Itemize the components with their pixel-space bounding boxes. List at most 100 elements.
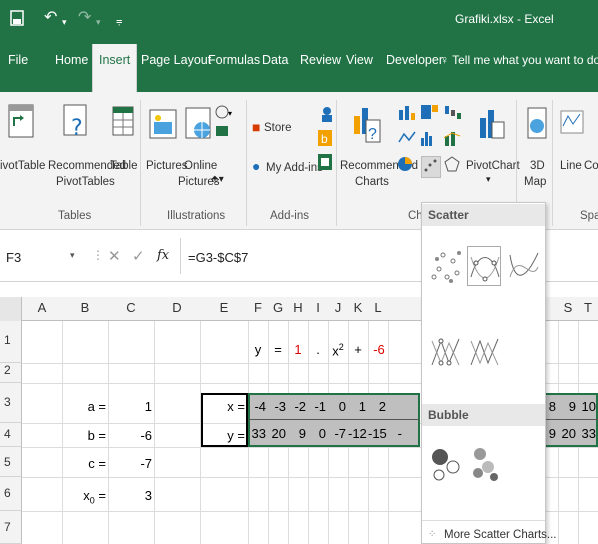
undo-icon[interactable]: ↶ [44,10,57,26]
cell-f3[interactable]: -4 [248,399,266,414]
recommended-pivot-icon[interactable]: ? [62,104,92,143]
tab-home[interactable]: Home [55,53,88,67]
cell-c5[interactable]: -7 [110,456,152,471]
cell-k1[interactable]: + [350,342,366,357]
tab-developer[interactable]: Developer [386,53,443,67]
table-icon[interactable] [112,106,134,139]
tab-insert[interactable]: Insert [92,44,138,92]
cell-b4[interactable]: b = [64,428,106,443]
smartart-small-icon[interactable]: ⬘▾ [211,174,224,185]
column-header-i[interactable]: I [308,300,328,315]
undo-dropdown-icon[interactable]: ▾ [62,14,67,30]
row-header-5[interactable]: 5 [0,447,22,477]
table-label[interactable]: Table [110,158,138,174]
shapes-icon[interactable]: ▾ [214,104,238,147]
tab-page-layout[interactable]: Page Layout [141,53,211,67]
column-header-d[interactable]: D [154,300,200,315]
formula-input[interactable]: =G3-$C$7 [188,250,248,265]
column-header-j[interactable]: J [328,300,348,315]
pivot-table-icon[interactable] [8,104,34,141]
pivot-chart-label[interactable]: PivotChart [466,158,520,174]
cell-s4[interactable]: 20 [560,426,576,441]
cell-c6[interactable]: 3 [110,488,152,503]
select-all-button[interactable] [0,297,22,321]
cell-l3[interactable]: 2 [368,399,386,414]
row-header-6[interactable]: 6 [0,477,22,511]
name-box-dropdown-icon[interactable]: ▾ [70,250,75,261]
pie-chart-icon[interactable] [398,156,420,175]
3d-map-icon[interactable] [526,106,548,145]
scatter-markers-option[interactable] [428,246,462,286]
cell-f4[interactable]: 33 [248,426,266,441]
statistic-chart-icon[interactable] [420,130,442,149]
sparkline-line-icon[interactable] [560,110,584,137]
recommended-charts-label-2[interactable]: Charts [355,174,389,190]
tab-view[interactable]: View [346,53,373,67]
3d-map-label-2[interactable]: Map [524,174,546,190]
cell-b6[interactable]: x0 = [64,488,106,506]
enter-icon[interactable]: ✓ [132,247,145,265]
cell-i1[interactable]: . [310,342,326,357]
save-icon[interactable] [10,10,24,30]
row-header-7[interactable]: 7 [0,511,22,544]
column-header-k[interactable]: K [348,300,368,315]
cell-f1[interactable]: y [250,342,266,357]
my-addins-icon[interactable]: ● [252,158,260,174]
recommended-charts-icon[interactable]: ? [352,102,382,149]
cell-s3[interactable]: 9 [560,399,576,414]
cell-i4[interactable]: 0 [308,426,326,441]
cell-c4[interactable]: -6 [110,428,152,443]
cell-g3[interactable]: -3 [268,399,286,414]
row-header-2[interactable]: 2 [0,363,22,383]
cancel-icon[interactable]: ✕ [108,247,121,265]
row-header-4[interactable]: 4 [0,423,22,447]
pivot-chart-dropdown-icon[interactable]: ▾ [486,174,491,185]
column-header-b[interactable]: B [62,300,108,315]
column-header-l[interactable]: L [368,300,388,315]
pivot-table-label[interactable]: ivotTable [0,158,45,174]
power-view-icon[interactable] [318,154,332,173]
scatter-straight-lines-markers-option[interactable] [428,332,462,372]
sparkline-column-label[interactable]: Col [584,158,598,174]
cell-t3[interactable]: 10 [580,399,596,414]
row-header-1[interactable]: 1 [0,321,22,363]
cell-j3[interactable]: 0 [328,399,346,414]
column-header-s[interactable]: S [558,300,578,315]
cell-r4[interactable]: 9 [545,426,556,441]
row-header-3[interactable]: 3 [0,383,22,423]
name-box[interactable]: F3 [6,250,21,265]
online-pictures-icon[interactable] [184,104,214,147]
cell-b3[interactable]: a = [64,399,106,414]
customize-toolbar-icon[interactable]: ⩦ [116,13,122,29]
store-label[interactable]: Store [264,120,292,136]
scatter-chart-button[interactable] [421,156,441,178]
waterfall-chart-icon[interactable] [444,104,466,123]
people-graph-icon[interactable] [320,106,334,125]
hierarchy-chart-icon[interactable] [420,104,442,123]
radar-chart-icon[interactable] [444,156,466,175]
column-header-f[interactable]: F [248,300,268,315]
column-header-a[interactable]: A [22,300,62,315]
scatter-smooth-lines-option[interactable] [506,246,540,286]
cell-h3[interactable]: -2 [288,399,306,414]
store-icon[interactable]: ■ [252,119,260,135]
cell-l1[interactable]: -6 [370,342,388,357]
column-header-g[interactable]: G [268,300,288,315]
cell-l4[interactable]: -15 [368,426,387,441]
cell-h1[interactable]: 1 [290,342,306,357]
pictures-icon[interactable] [148,108,178,145]
3d-map-label-1[interactable]: 3D [530,158,545,174]
column-header-h[interactable]: H [288,300,308,315]
more-scatter-charts-link[interactable]: More Scatter Charts... [444,529,556,541]
tab-review[interactable]: Review [300,53,341,67]
redo-dropdown-icon[interactable]: ▾ [96,14,101,30]
column-header-c[interactable]: C [108,300,154,315]
cell-i3[interactable]: -1 [308,399,326,414]
cell-m4-partial[interactable]: - [392,426,402,441]
scatter-straight-lines-option[interactable] [467,332,501,372]
cell-r3[interactable]: 8 [545,399,556,414]
tab-file[interactable]: File [8,53,28,67]
cell-k3[interactable]: 1 [348,399,366,414]
bing-maps-icon[interactable]: b [318,130,332,149]
cell-g4[interactable]: 20 [268,426,286,441]
